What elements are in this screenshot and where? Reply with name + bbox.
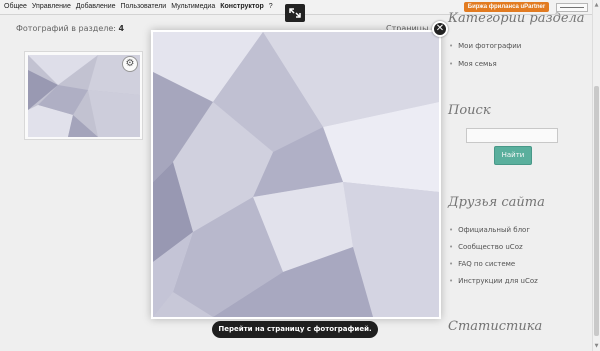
- lightbox: [151, 30, 441, 319]
- expand-icon: [289, 8, 301, 18]
- scrollbar-thumb[interactable]: [594, 86, 599, 336]
- scroll-down-icon[interactable]: ▼: [593, 342, 600, 350]
- lightbox-image[interactable]: [153, 32, 439, 317]
- page-scrollbar[interactable]: ▲ ▼: [592, 0, 600, 351]
- go-to-photo-page-button[interactable]: Перейти на страницу с фотографией.: [212, 321, 378, 338]
- close-icon[interactable]: ✕: [432, 21, 448, 37]
- fullscreen-button[interactable]: [285, 4, 305, 22]
- scroll-up-icon[interactable]: ▲: [593, 1, 600, 9]
